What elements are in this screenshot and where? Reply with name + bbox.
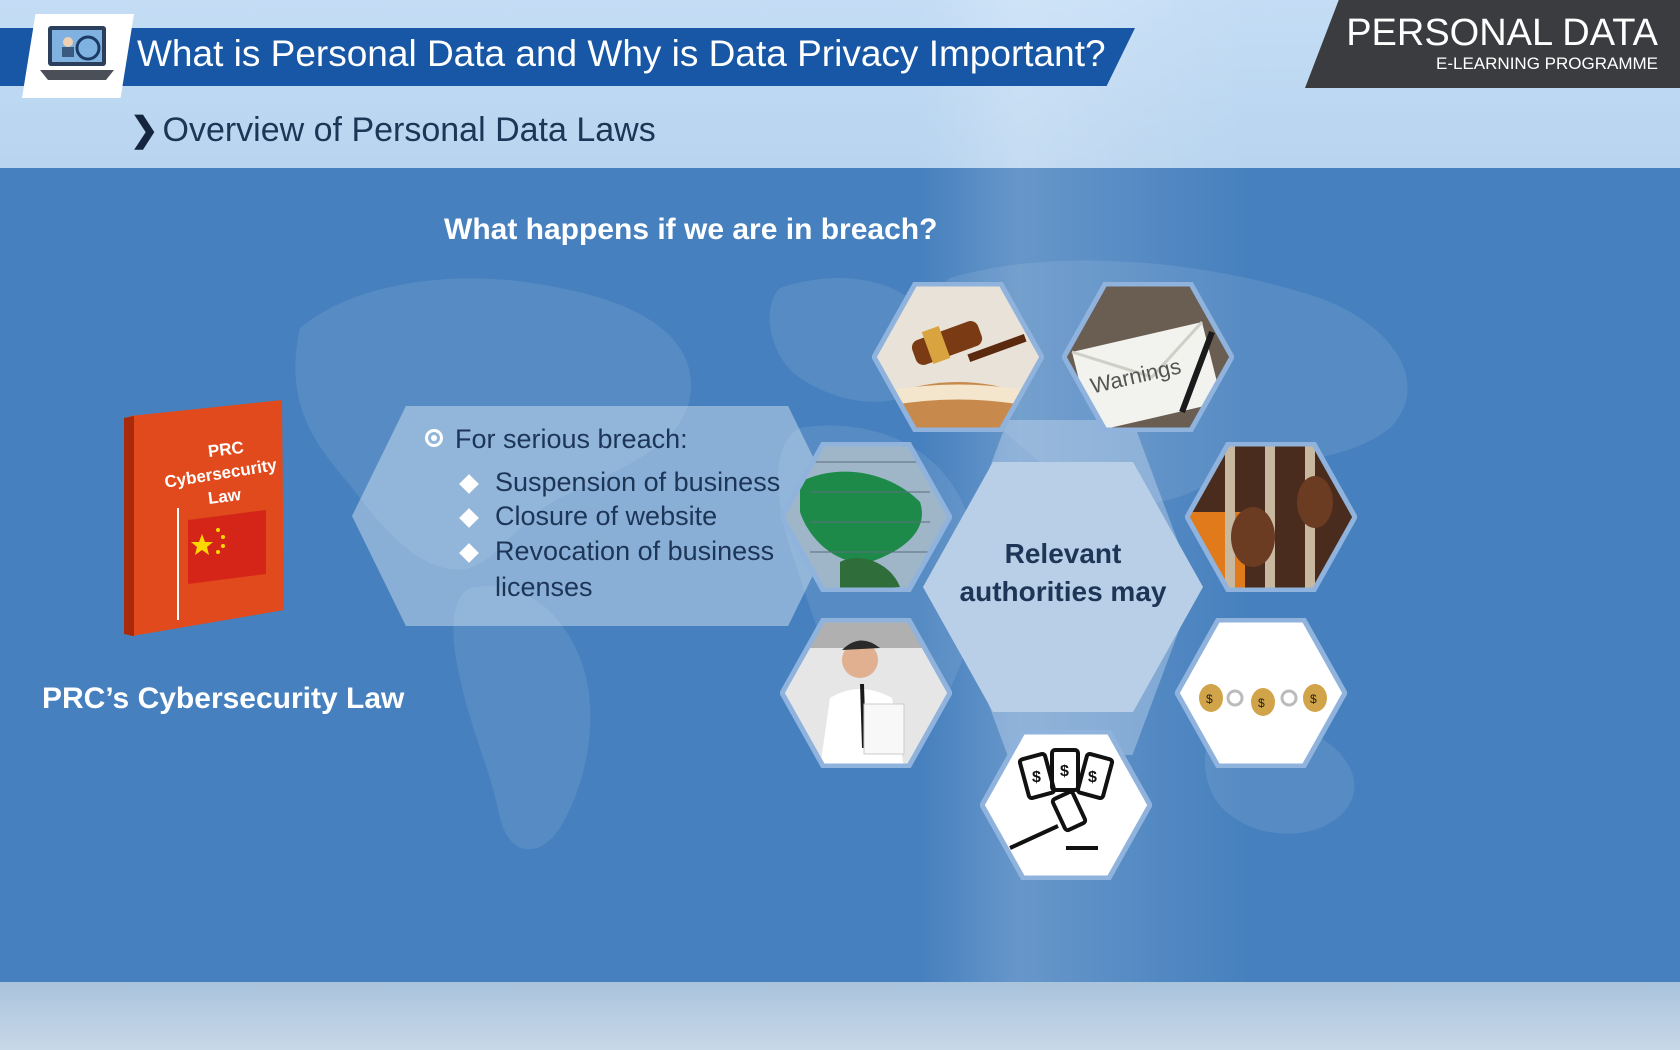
subtitle-text: Overview of Personal Data Laws [162,111,656,149]
svg-text:$: $ [1032,769,1041,786]
brand-box: PERSONAL DATA E-LEARNING PROGRAMME [1305,0,1680,88]
breach-title: For serious breach: [455,424,688,454]
laptop-icon [40,26,114,80]
stressed-man-image [780,618,952,768]
svg-text:$: $ [1060,763,1069,780]
breach-item-continuation: licenses [495,572,593,602]
question-heading: What happens if we are in breach? [444,213,938,246]
brand-subtitle: E-LEARNING PROGRAMME [1436,54,1658,73]
center-hex-line1: Relevant [1004,538,1122,569]
breach-item: Revocation of business [495,536,775,566]
center-hex-label: Relevant authorities may [923,535,1203,611]
warnings-envelope-image: Warnings [1062,282,1234,432]
breach-item: Suspension of business [495,467,781,497]
brand-title: PERSONAL DATA [1346,12,1658,54]
prison-bars-image [1185,442,1357,592]
svg-text:$: $ [1310,692,1317,706]
book-icon [124,400,284,636]
section-subtitle: ❯ Overview of Personal Data Laws [130,110,656,150]
book-cover-line3: Law [206,485,243,508]
breach-item: Closure of website [495,501,718,531]
svg-text:$: $ [1088,769,1097,786]
map-image [780,442,952,592]
svg-text:$: $ [1258,696,1265,710]
center-hex-line2: authorities may [959,576,1167,607]
logo-tile [22,14,134,98]
footer-background [0,982,1680,1050]
page-title: What is Personal Data and Why is Data Pr… [137,33,1106,74]
chevron-right-icon: ❯ [130,111,159,149]
money-bags-handcuffs-image: $ $ $ [1175,618,1347,768]
fine-gavel-money-icon: $ $ $ [980,730,1152,880]
svg-text:$: $ [1206,692,1213,706]
gavel-book-image [872,282,1044,432]
radio-bullet-icon [425,429,443,447]
law-book-illustration: PRC Cybersecurity Law [120,398,290,645]
law-caption: PRC’s Cybersecurity Law [42,682,405,715]
